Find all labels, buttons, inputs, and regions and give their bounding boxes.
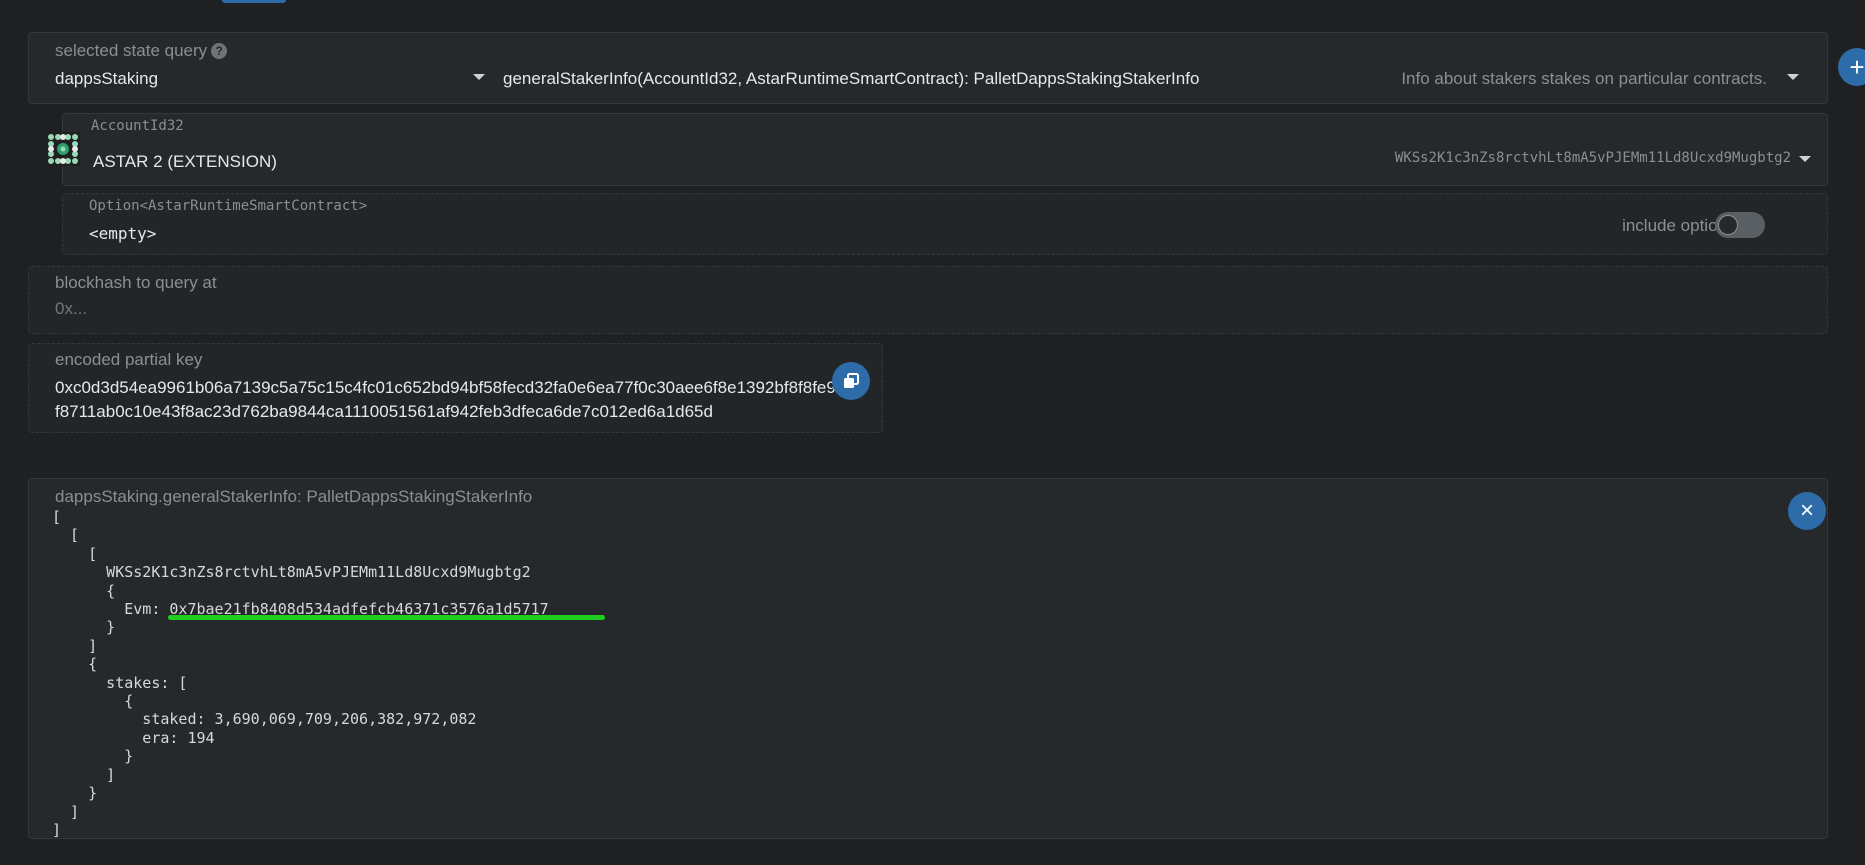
copy-icon xyxy=(844,373,859,388)
copy-key-button[interactable] xyxy=(832,362,870,400)
module-select[interactable]: dappsStaking xyxy=(55,69,158,89)
toggle-knob xyxy=(1718,215,1738,235)
account-dropdown-caret-icon[interactable] xyxy=(1799,156,1811,162)
blockhash-label: blockhash to query at xyxy=(55,273,217,292)
account-identicon-icon xyxy=(46,132,80,166)
method-dropdown-caret-icon[interactable] xyxy=(1787,74,1799,80)
query-label: selected state query? xyxy=(55,41,228,61)
include-option-toggle[interactable] xyxy=(1715,212,1765,238)
account-name[interactable]: ASTAR 2 (EXTENSION) xyxy=(93,152,277,172)
evm-address-highlight xyxy=(168,615,605,620)
partial-key-panel: encoded partial key 0xc0d3d54ea9961b06a7… xyxy=(28,343,883,433)
blockhash-panel: blockhash to query at xyxy=(28,266,1828,334)
blockhash-input[interactable] xyxy=(55,297,1755,321)
account-address[interactable]: WKSs2K1c3nZs8rctvhLt8mA5vPJEMm11Ld8Ucxd9… xyxy=(1395,150,1791,166)
include-option-label: include option xyxy=(1622,216,1727,235)
close-result-button[interactable]: × xyxy=(1788,492,1826,530)
partial-key-label: encoded partial key xyxy=(55,350,203,369)
module-dropdown-caret-icon[interactable] xyxy=(473,74,485,80)
option-value: <empty> xyxy=(89,224,157,243)
option-panel: Option<AstarRuntimeSmartContract> <empty… xyxy=(62,193,1828,255)
query-selector-panel: selected state query? dappsStaking gener… xyxy=(28,32,1828,104)
method-select[interactable]: generalStakerInfo(AccountId32, AstarRunt… xyxy=(503,69,1199,89)
add-query-button[interactable]: + xyxy=(1838,48,1865,86)
account-panel: AccountId32 ASTAR 2 (EXTENSION) WKSs2K1c… xyxy=(62,113,1828,186)
result-output: [ [ [ WKSs2K1c3nZs8rctvhLt8mA5vPJEMm11Ld… xyxy=(52,508,549,839)
partial-key-line2: f8711ab0c10e43f8ac23d762ba9844ca11100515… xyxy=(55,402,713,421)
result-title: dappsStaking.generalStakerInfo: PalletDa… xyxy=(55,487,533,506)
account-param-label: AccountId32 xyxy=(91,118,184,134)
partial-key-line1: 0xc0d3d54ea9961b06a7139c5a75c15c4fc01c65… xyxy=(55,378,836,397)
method-description: Info about stakers stakes on particular … xyxy=(1401,69,1767,88)
active-tab-indicator xyxy=(222,0,286,3)
option-param-label: Option<AstarRuntimeSmartContract> xyxy=(89,198,368,214)
help-icon[interactable]: ? xyxy=(211,43,228,59)
